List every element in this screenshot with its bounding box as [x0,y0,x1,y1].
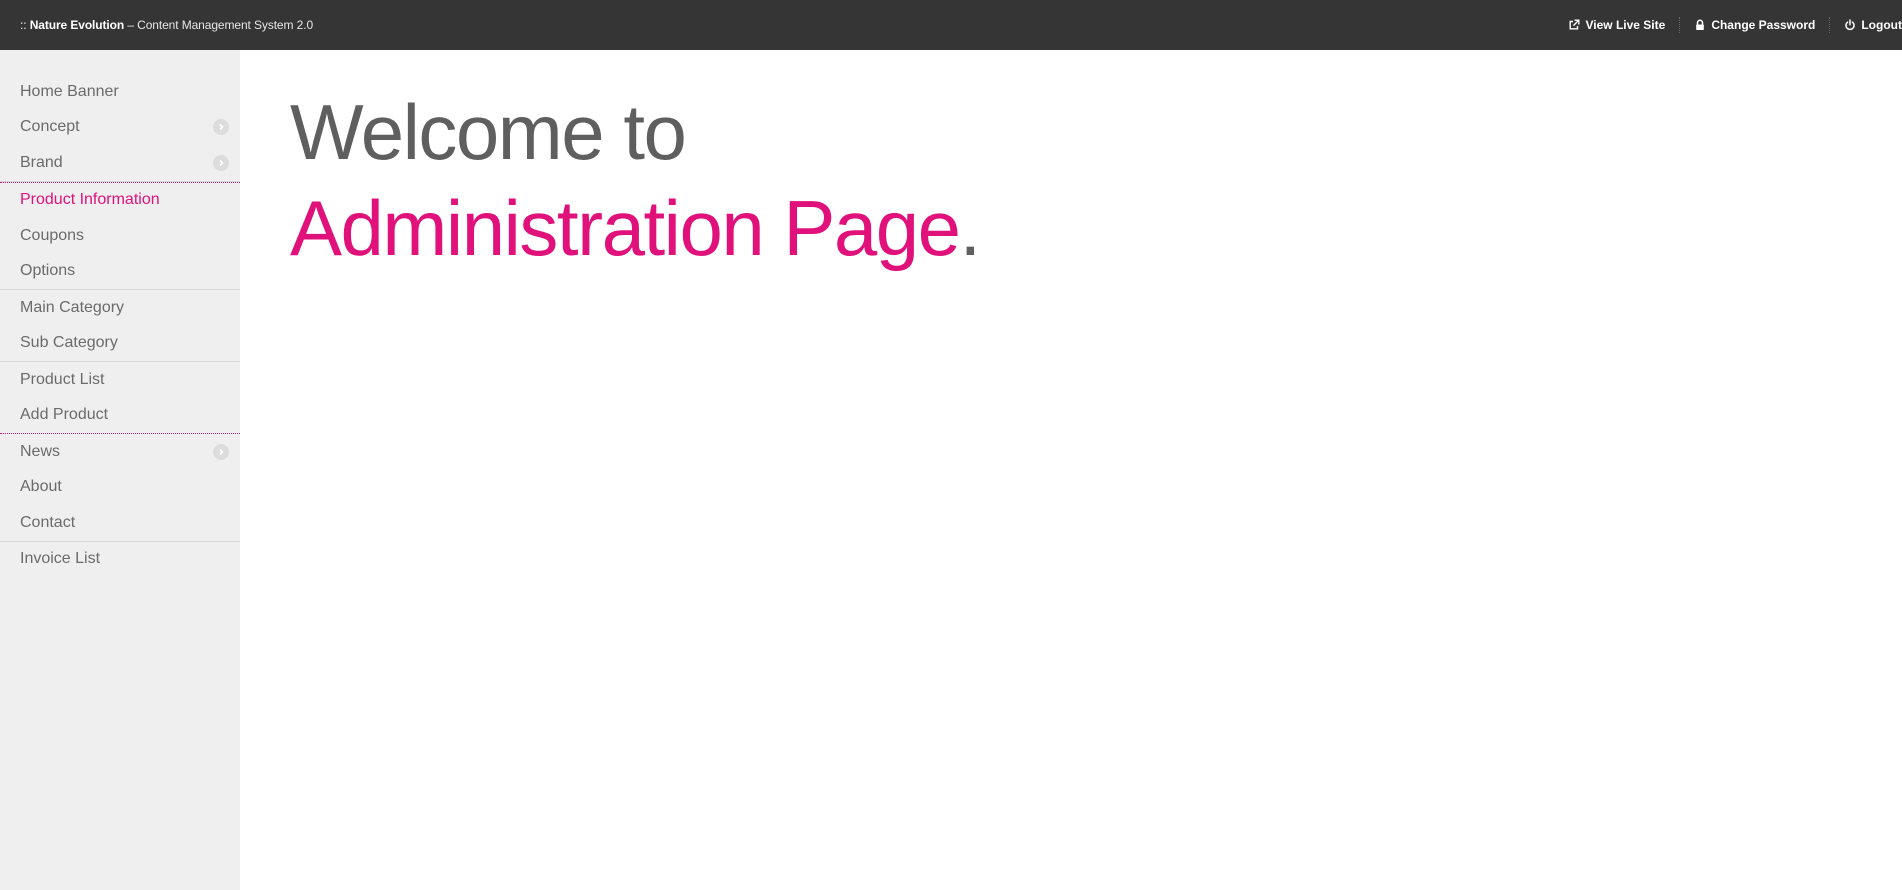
view-live-site-link[interactable]: View Live Site [1568,18,1665,32]
sidebar-item-add-product[interactable]: Add Product [0,398,240,434]
nav-group-content: Home Banner Concept Brand [0,74,240,182]
sidebar-item-label: Home Banner [20,82,119,100]
welcome-heading: Welcome to Administration Page. [290,84,982,276]
sidebar-item-about[interactable]: About [0,470,240,506]
sidebar-item-label: Concept [20,118,80,136]
brand-name: Nature Evolution [29,18,125,32]
sidebar-item-brand[interactable]: Brand [0,145,240,181]
page-title: Administration Page [290,184,961,272]
lock-icon [1694,19,1706,31]
app-subtitle: – Content Management System 2.0 [124,18,314,32]
sidebar-item-label: Main Category [20,298,125,316]
chevron-right-icon [213,154,229,171]
nav-group-products: Product List Add Product [0,362,240,434]
sidebar-item-label: Contact [20,513,76,531]
sidebar-item-contact[interactable]: Contact [0,505,240,541]
top-bar: :: Nature Evolution – Content Management… [0,0,1902,50]
power-icon [1844,19,1856,31]
view-live-site-label: View Live Site [1585,18,1666,32]
change-password-link[interactable]: Change Password [1694,18,1815,32]
top-actions: View Live Site Change Password Logout [1568,0,1902,50]
change-password-label: Change Password [1711,18,1816,32]
sidebar-item-concept[interactable]: Concept [0,110,240,146]
sidebar-item-label: Sub Category [20,334,118,352]
sidebar-item-product-list[interactable]: Product List [0,362,240,398]
welcome-title-line: Administration Page. [290,180,982,276]
logout-label: Logout [1861,18,1902,32]
chevron-right-icon [213,443,229,460]
nav-group-orders: Invoice List [0,542,240,578]
sidebar-item-label: Product Information [20,191,160,209]
welcome-line: Welcome to [290,88,687,176]
sidebar-item-label: Brand [20,153,63,171]
sidebar-item-product-information[interactable]: Product Information [0,183,240,219]
title-prefix: :: [20,18,30,32]
sidebar-item-home-banner[interactable]: Home Banner [0,74,240,110]
sidebar-item-label: Add Product [20,406,109,424]
sidebar-item-label: Invoice List [20,550,101,568]
sidebar-item-label: About [20,478,62,496]
sidebar-item-main-category[interactable]: Main Category [0,290,240,326]
logout-link[interactable]: Logout [1844,18,1902,32]
title-dot: . [959,184,982,272]
sidebar-item-label: Product List [20,370,105,388]
sidebar: Home Banner Concept Brand Product Inform… [0,50,240,890]
main-content: Welcome to Administration Page. [240,50,1902,890]
nav-group-pages: News About Contact [0,434,240,542]
external-link-icon [1568,19,1580,31]
sidebar-item-invoice-list[interactable]: Invoice List [0,542,240,578]
separator [1679,17,1681,33]
sidebar-item-coupons[interactable]: Coupons [0,218,240,254]
sidebar-item-news[interactable]: News [0,434,240,470]
nav-group-categories: Main Category Sub Category [0,290,240,362]
chevron-right-icon [213,119,229,136]
nav-group-product-settings: Product Information Coupons Options [0,181,240,290]
sidebar-item-label: News [20,442,61,460]
sidebar-item-options[interactable]: Options [0,254,240,290]
app-title: :: Nature Evolution – Content Management… [20,18,313,32]
sidebar-item-label: Coupons [20,226,85,244]
separator [1829,17,1831,33]
sidebar-item-label: Options [20,262,76,280]
sidebar-item-sub-category[interactable]: Sub Category [0,326,240,362]
